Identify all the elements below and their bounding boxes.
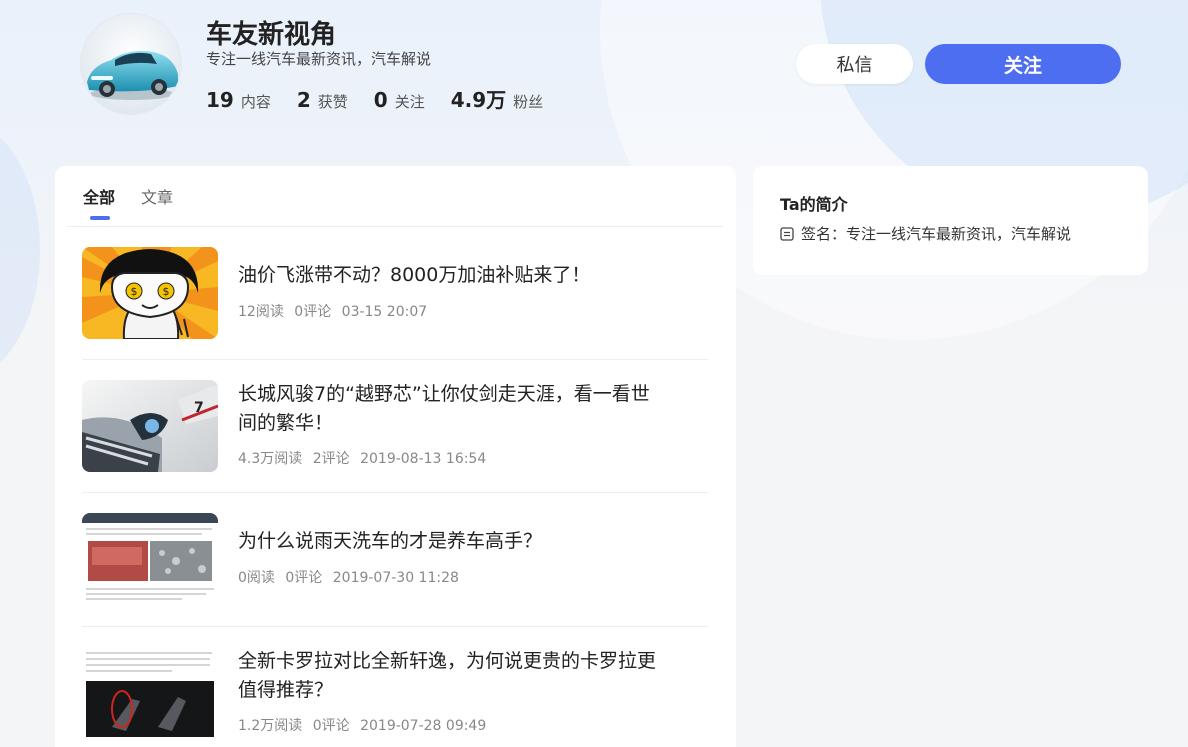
article-meta: 12阅读 0评论 03-15 20:07 xyxy=(238,301,433,321)
svg-text:$: $ xyxy=(163,285,170,298)
stat-following[interactable]: 0 关注 xyxy=(374,88,425,112)
article-comments: 0评论 xyxy=(285,570,323,586)
stat-value: 4.9万 xyxy=(450,88,507,112)
article-comments: 0评论 xyxy=(312,718,350,734)
article-thumbnail[interactable] xyxy=(82,513,218,605)
profile-name: 车友新视角 xyxy=(206,20,337,50)
article-thumbnail[interactable]: $ $ xyxy=(82,247,218,339)
content-card: 全部 文章 $ $ 油价飞涨带不动？8000万加油补贴来了！ 12阅读 0评论 … xyxy=(55,166,736,747)
article-time: 03-15 20:07 xyxy=(341,304,428,320)
tab-articles[interactable]: 文章 xyxy=(141,184,173,220)
profile-stats: 19 内容 2 获赞 0 关注 4.9万 粉丝 xyxy=(206,84,569,113)
intro-title: Ta的简介 xyxy=(780,195,848,214)
document-icon xyxy=(780,226,794,241)
article-time: 2019-08-13 16:54 xyxy=(360,451,487,467)
article-title[interactable]: 为什么说雨天洗车的才是养车高手？ xyxy=(238,509,668,573)
list-item[interactable]: 全新卡罗拉对比全新轩逸，为何说更贵的卡罗拉更值得推荐？ 1.2万阅读 0评论 2… xyxy=(82,627,708,747)
list-item[interactable]: 7 长城风骏7的“越野芯”让你仗剑走天涯，看一看世间的繁华！ 4.3万阅读 2评… xyxy=(82,360,708,493)
article-comments: 2评论 xyxy=(312,451,350,467)
stat-label: 获赞 xyxy=(317,93,348,111)
content-tabs: 全部 文章 xyxy=(83,184,199,220)
article-reads: 12阅读 xyxy=(238,304,284,320)
intro-card: Ta的简介 签名：专注一线汽车最新资讯，汽车解说 xyxy=(753,166,1148,275)
article-meta: 1.2万阅读 0评论 2019-07-28 09:49 xyxy=(238,715,492,735)
article-thumbnail[interactable] xyxy=(82,647,218,739)
list-item[interactable]: 为什么说雨天洗车的才是养车高手？ 0阅读 0评论 2019-07-30 11:2… xyxy=(82,493,708,627)
profile-signature: 专注一线汽车最新资讯，汽车解说 xyxy=(206,50,432,68)
stat-fans[interactable]: 4.9万 粉丝 xyxy=(451,84,543,113)
profile-header: 车友新视角 专注一线汽车最新资讯，汽车解说 19 内容 2 获赞 0 关注 4.… xyxy=(0,0,1188,150)
article-title[interactable]: 油价飞涨带不动？8000万加油补贴来了！ xyxy=(238,243,668,307)
stat-label: 粉丝 xyxy=(513,93,544,111)
stat-value: 2 xyxy=(296,88,311,112)
follow-button[interactable]: 关注 xyxy=(925,44,1121,84)
article-title[interactable]: 全新卡罗拉对比全新轩逸，为何说更贵的卡罗拉更值得推荐？ xyxy=(238,647,668,705)
article-list: $ $ 油价飞涨带不动？8000万加油补贴来了！ 12阅读 0评论 03-15 … xyxy=(82,227,708,747)
article-time: 2019-07-28 09:49 xyxy=(360,718,487,734)
article-thumbnail[interactable]: 7 xyxy=(82,380,218,472)
article-reads: 0阅读 xyxy=(238,570,275,586)
article-reads: 4.3万阅读 xyxy=(238,451,303,467)
svg-text:$: $ xyxy=(131,285,138,298)
stat-likes: 2 获赞 xyxy=(297,88,348,112)
article-meta: 4.3万阅读 2评论 2019-08-13 16:54 xyxy=(238,448,492,468)
tab-all[interactable]: 全部 xyxy=(83,184,115,220)
stat-value: 19 xyxy=(206,88,234,112)
stat-content[interactable]: 19 内容 xyxy=(206,88,271,112)
stat-label: 内容 xyxy=(240,93,271,111)
avatar[interactable] xyxy=(80,13,182,115)
article-comments: 0评论 xyxy=(294,304,332,320)
article-time: 2019-07-30 11:28 xyxy=(332,570,459,586)
article-reads: 1.2万阅读 xyxy=(238,718,303,734)
list-item[interactable]: $ $ 油价飞涨带不动？8000万加油补贴来了！ 12阅读 0评论 03-15 … xyxy=(82,227,708,360)
svg-text:7: 7 xyxy=(194,400,204,416)
message-button[interactable]: 私信 xyxy=(796,44,913,84)
stat-value: 0 xyxy=(373,88,388,112)
stat-label: 关注 xyxy=(394,93,425,111)
article-title[interactable]: 长城风骏7的“越野芯”让你仗剑走天涯，看一看世间的繁华！ xyxy=(238,380,668,438)
intro-signature: 签名：专注一线汽车最新资讯，汽车解说 xyxy=(780,223,1071,244)
intro-signature-text: 签名：专注一线汽车最新资讯，汽车解说 xyxy=(801,225,1072,243)
article-meta: 0阅读 0评论 2019-07-30 11:28 xyxy=(238,567,465,587)
